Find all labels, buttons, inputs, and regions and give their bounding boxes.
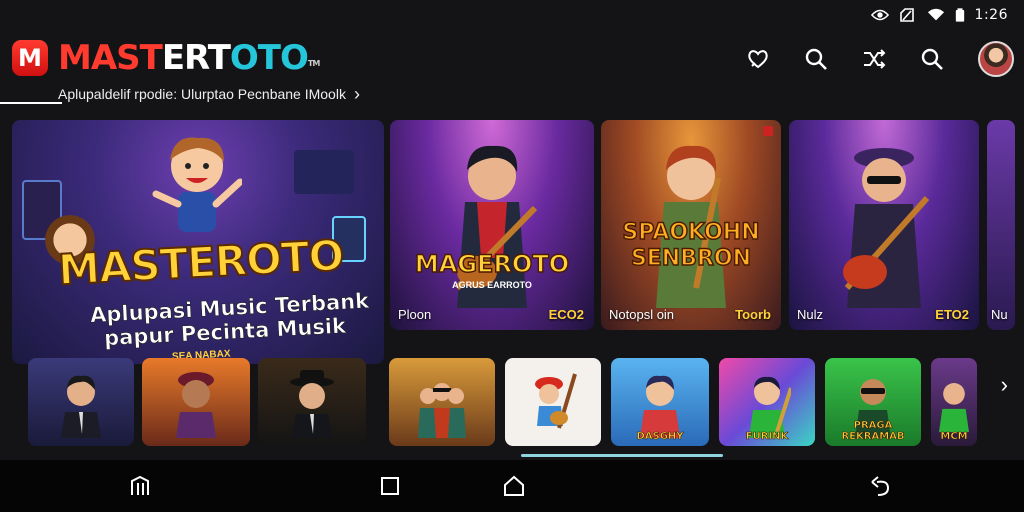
avatar[interactable]	[978, 41, 1014, 77]
cartoon-singer-image	[640, 375, 680, 438]
thumbnail-card[interactable]	[142, 358, 250, 446]
thumbnail-card[interactable]	[258, 358, 366, 446]
cartoon-guitarist-image	[749, 376, 791, 438]
chevron-right-icon: ›	[353, 84, 360, 104]
clock: 1:26	[974, 7, 1008, 23]
hero-banner[interactable]: MASTEROTO Aplupasi Music Terbank papur P…	[12, 120, 384, 364]
scroll-indicator	[521, 454, 723, 457]
status-bar: 1:26	[0, 0, 1024, 30]
chevron-right-icon[interactable]: ›	[1001, 372, 1008, 398]
app-logo[interactable]: M	[12, 40, 48, 76]
thumbnail-label: DASGHY	[636, 431, 684, 443]
thumbnail-card[interactable]	[389, 358, 495, 446]
eye-icon	[870, 9, 889, 21]
artist-image	[176, 372, 216, 438]
heart-chat-icon[interactable]	[746, 47, 770, 71]
card-label: Nu	[991, 307, 1008, 322]
subtitle-underline	[0, 102, 62, 104]
card-subtitle: AGRUS EARROTO	[452, 280, 532, 290]
card-tag: Toorb	[735, 307, 771, 322]
system-nav-bar	[0, 460, 1024, 512]
home-icon[interactable]	[502, 474, 526, 498]
featured-card[interactable]: MAGEROTO AGRUS EARROTO Ploon ECO2	[390, 120, 594, 330]
wifi-icon	[927, 8, 944, 21]
featured-card[interactable]: SPAOKOHN SENBRON Notopsl oin Toorb	[601, 120, 781, 330]
section-subtitle[interactable]: Aplupaldelif rpodie: Ulurptao Pecnbane I…	[58, 84, 360, 104]
thumbnail-card[interactable]	[28, 358, 134, 446]
brand-title: MASTERTOTOTM	[58, 36, 320, 80]
brand-part-3: OTO	[229, 38, 309, 78]
search-icon[interactable]	[920, 47, 944, 71]
battery-icon	[955, 8, 964, 22]
header-actions	[746, 41, 1014, 77]
band-image	[418, 383, 466, 438]
card-badge	[763, 126, 773, 136]
thumbnail-label: MCM	[940, 431, 968, 443]
brand-part-1: MAST	[58, 38, 163, 78]
thumbnail-card[interactable]: MCM	[931, 358, 977, 446]
cartoon-conductor-image	[152, 137, 242, 232]
thumbnail-card[interactable]: DASGHY	[611, 358, 709, 446]
thumbnail-card[interactable]: PRAGA REKRAMAB	[825, 358, 921, 446]
decor-shape	[294, 150, 354, 194]
cartoon-guitarist-image	[535, 373, 577, 429]
card-label: Notopsl oin	[609, 307, 675, 322]
artist-image	[290, 370, 334, 438]
recent-apps-icon[interactable]	[378, 474, 402, 498]
thumbnail-label: PRAGA REKRAMAB	[841, 420, 905, 443]
card-title: MAGEROTO	[414, 249, 570, 278]
thumbnail-label: FURINK	[745, 431, 789, 443]
card-background	[987, 120, 1015, 330]
guitarist-image	[843, 148, 930, 308]
featured-card[interactable]: Nulz ETO2	[789, 120, 979, 330]
artist-image	[61, 375, 101, 438]
card-label: Nulz	[797, 307, 824, 322]
artist-image	[939, 383, 969, 433]
back-icon[interactable]	[868, 474, 892, 498]
menu-icon[interactable]	[128, 474, 152, 498]
thumbnail-card[interactable]: FURINK	[719, 358, 815, 446]
card-tag: ETO2	[935, 307, 969, 322]
hero-title: MASTEROTO	[56, 230, 345, 296]
shuffle-icon[interactable]	[862, 47, 886, 71]
search-icon[interactable]	[804, 47, 828, 71]
app-header: M MASTERTOTOTM	[0, 34, 1024, 86]
no-sim-icon	[899, 8, 914, 22]
card-label: Ploon	[398, 307, 432, 322]
brand-part-2: ERT	[161, 38, 231, 78]
logo-letter: M	[18, 44, 42, 72]
subtitle-text: Aplupaldelif rpodie: Ulurptao Pecnbane I…	[58, 86, 346, 102]
brand-tm: TM	[307, 59, 320, 68]
card-tag: ECO2	[548, 307, 584, 322]
featured-card[interactable]: Nu	[987, 120, 1015, 330]
card-title: SPAOKOHN SENBRON	[622, 219, 761, 271]
thumbnail-card[interactable]	[505, 358, 601, 446]
